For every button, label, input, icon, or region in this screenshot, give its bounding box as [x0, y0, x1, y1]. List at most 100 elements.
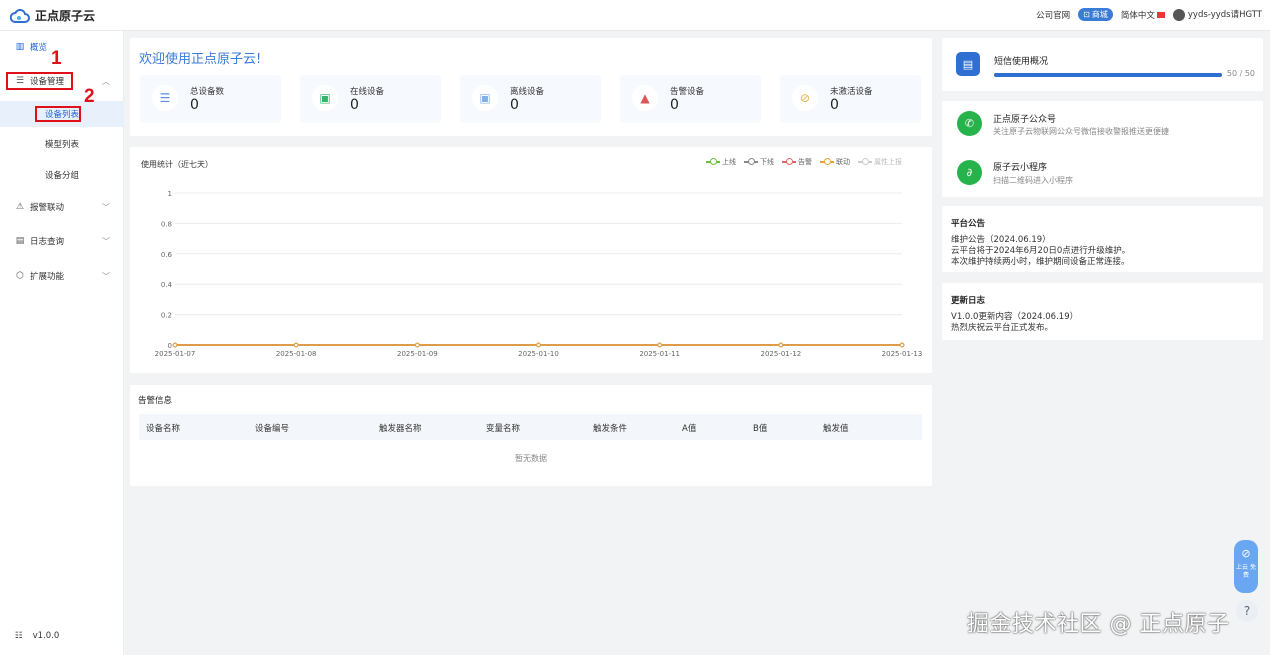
column-header[interactable]: 设备编号 [255, 422, 289, 434]
cloud-logo-icon [10, 8, 30, 23]
language-label: 简体中文 [1120, 10, 1155, 21]
sms-usage-card: ▤ 短信使用概况 50 / 50 [942, 38, 1263, 91]
sidebar-item-overview[interactable]: ▥ 概览 [0, 36, 124, 58]
x-tick-label: 2025-01-13 [882, 350, 923, 358]
official-site-link[interactable]: 公司官网 [1036, 9, 1070, 21]
column-header[interactable]: B值 [753, 422, 767, 434]
stat-label: 告警设备 [670, 87, 705, 97]
language-select[interactable]: 简体中文 [1121, 9, 1165, 21]
annotation-number-1: 1 [51, 48, 62, 69]
chevron-down-icon: ﹀ [102, 236, 110, 246]
sidebar-item-extensions[interactable]: ⬡ 扩展功能 ﹀ [0, 265, 124, 287]
stat-label: 未激活设备 [830, 87, 873, 97]
stat-card-offline[interactable]: ▣ 离线设备 0 [460, 75, 601, 123]
column-header[interactable]: 触发值 [823, 422, 849, 434]
stat-card-alarm[interactable]: ▲ 告警设备 0 [620, 75, 761, 123]
announcement-line: 云平台将于2024年6月20日0点进行升级维护。 [951, 246, 1131, 256]
empty-table-text: 暂无数据 [515, 454, 547, 463]
top-bar: 正点原子云 公司官网 ⊡ 商城 简体中文 yyds-yyds请HGTT [0, 0, 1270, 31]
sms-title: 短信使用概况 [994, 57, 1049, 67]
mini-program-icon: ∂ [957, 160, 982, 185]
wechat-icon: ✆ [957, 111, 982, 136]
message-icon: ▤ [956, 52, 980, 76]
help-button[interactable]: ? [1236, 600, 1258, 622]
column-header[interactable]: 触发器名称 [379, 422, 422, 434]
inactive-device-icon: ⊘ [792, 85, 818, 111]
alarm-light-icon: ▲ [632, 85, 658, 111]
sms-progress-bar [994, 73, 1222, 77]
changelog-line: V1.0.0更新内容（2024.06.19） [951, 312, 1079, 322]
sidebar-item-alarm-linkage[interactable]: ⚠ 报警联动 ﹀ [0, 196, 124, 218]
app-title: 正点原子云 [35, 9, 96, 23]
stat-card-total[interactable]: ☰ 总设备数 0 [140, 75, 281, 123]
x-tick-label: 2025-01-09 [397, 350, 438, 358]
usage-line-chart: 0 0.2 0.4 0.6 0.8 1 2025-01-07 2025-01-08 2025-0… [155, 190, 923, 358]
changelog-body: V1.0.0更新内容（2024.06.19） 热烈庆祝云平台正式发布。 [951, 312, 1078, 334]
data-point [415, 342, 420, 348]
compass-icon: ⊘ [1241, 547, 1251, 560]
announcement-card: 平台公告 维护公告（2024.06.19） 云平台将于2024年6月20日0点进… [942, 206, 1263, 272]
stat-value: 0 [190, 97, 199, 113]
collapse-menu-icon[interactable]: ☷ [15, 631, 23, 641]
announcement-line: 维护公告（2024.06.19） [951, 235, 1051, 245]
y-tick-label: 0 [168, 342, 172, 350]
sidebar: ▥ 概览 ☰ 设备管理 ︿ 设备列表 模型列表 设备分组 ⚠ 报警联动 ﹀ ▤ … [0, 31, 124, 655]
sms-progress-fill [994, 73, 1222, 77]
stat-card-inactive[interactable]: ⊘ 未激活设备 0 [780, 75, 921, 123]
version-info: ☷ v1.0.0 [15, 631, 59, 641]
database-icon: ☰ [152, 85, 178, 111]
sidebar-item-label: 模型列表 [44, 140, 79, 150]
column-header[interactable]: A值 [682, 422, 696, 434]
sidebar-item-label: 日志查询 [30, 237, 65, 247]
online-device-icon: ▣ [312, 85, 338, 111]
sidebar-item-device-group[interactable]: 设备分组 [0, 162, 124, 188]
data-point [899, 342, 905, 348]
user-menu[interactable]: yyds-yyds请HGTT [1172, 8, 1262, 21]
bar-chart-icon: ▥ [15, 42, 25, 52]
column-header[interactable]: 变量名称 [486, 422, 520, 434]
chevron-up-icon: ︿ [102, 76, 110, 86]
social-card: ✆ 正点原子公众号 关注原子云物联网公众号微信接收警报推送更便捷 ∂ 原子云小程… [942, 101, 1263, 197]
sidebar-item-log-query[interactable]: ▤ 日志查询 ﹀ [0, 230, 124, 252]
welcome-title: 欢迎使用正点原子云! [139, 52, 262, 67]
data-point [293, 342, 299, 348]
alarm-info-card: 告警信息 设备名称 设备编号 触发器名称 变量名称 触发条件 A值 B值 触发值… [130, 385, 932, 486]
chevron-down-icon: ﹀ [102, 202, 110, 212]
sidebar-item-model-list[interactable]: 模型列表 [0, 131, 124, 157]
changelog-title: 更新日志 [951, 296, 986, 306]
column-header[interactable]: 触发条件 [593, 422, 627, 434]
announcement-body: 维护公告（2024.06.19） 云平台将于2024年6月20日0点进行升级维护… [951, 235, 1130, 268]
stat-label: 总设备数 [190, 87, 225, 97]
top-right-links: 公司官网 ⊡ 商城 简体中文 yyds-yyds请HGTT [1036, 8, 1262, 21]
changelog-card: 更新日志 V1.0.0更新内容（2024.06.19） 热烈庆祝云平台正式发布。 [942, 283, 1263, 340]
shop-button[interactable]: ⊡ 商城 [1078, 8, 1113, 21]
column-header[interactable]: 设备名称 [146, 422, 180, 434]
stat-value: 0 [350, 97, 359, 113]
wechat-desc: 关注原子云物联网公众号微信接收警报推送更便捷 [993, 127, 1169, 136]
free-cloud-float-button[interactable]: ⊘ 上云 免费 [1234, 540, 1258, 593]
x-tick-label: 2025-01-11 [639, 350, 680, 358]
data-point [172, 342, 178, 348]
x-tick-label: 2025-01-12 [760, 350, 801, 358]
chevron-down-icon: ﹀ [102, 271, 110, 281]
avatar [1172, 8, 1185, 21]
changelog-line: 热烈庆祝云平台正式发布。 [951, 323, 1054, 333]
document-icon: ▤ [15, 236, 25, 246]
stat-label: 离线设备 [510, 87, 545, 97]
sidebar-item-label: 扩展功能 [30, 272, 65, 282]
logo[interactable]: 正点原子云 [10, 7, 95, 24]
y-tick-label: 0.4 [161, 281, 173, 289]
y-tick-label: 0.2 [161, 312, 172, 320]
x-tick-label: 2025-01-08 [276, 350, 317, 358]
mini-program-title[interactable]: 原子云小程序 [993, 160, 1047, 173]
data-point [778, 342, 784, 348]
x-tick-label: 2025-01-07 [155, 350, 196, 358]
version-label: v1.0.0 [32, 631, 60, 641]
annotation-box-2 [35, 106, 81, 122]
usage-chart-card: 使用统计（近七天） 上线 下线 告警 联动 属性上报 0 0.2 0.4 0.6 0.8… [130, 147, 932, 373]
wechat-title[interactable]: 正点原子公众号 [993, 112, 1056, 125]
alarm-icon: ⚠ [15, 202, 25, 212]
stat-card-online[interactable]: ▣ 在线设备 0 [300, 75, 441, 123]
offline-device-icon: ▣ [472, 85, 498, 111]
announcement-title: 平台公告 [951, 219, 986, 229]
